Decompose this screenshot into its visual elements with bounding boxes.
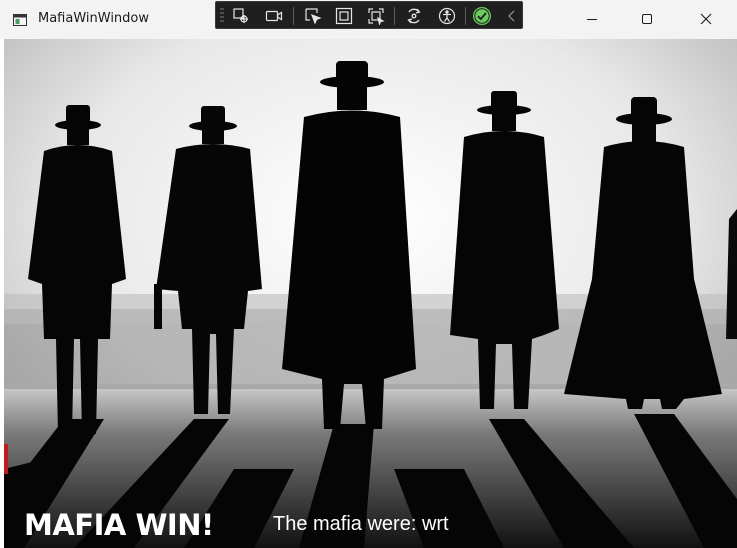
track-focused-element-icon[interactable] (366, 6, 386, 26)
toolbar-separator (394, 7, 395, 25)
minimize-button[interactable] (563, 0, 621, 39)
mafia-silhouettes-image (4, 39, 737, 548)
accessibility-checker-icon[interactable] (437, 6, 457, 26)
maximize-icon (641, 10, 653, 29)
window-title: MafiaWinWindow (38, 11, 150, 26)
select-element-icon[interactable] (303, 6, 323, 26)
mafia-win-heading: MAFIA WIN! (24, 508, 214, 542)
live-visual-tree-icon[interactable] (231, 6, 251, 26)
toolbar-separator (293, 7, 294, 25)
toolbar-grip-icon[interactable] (220, 7, 224, 23)
display-layout-adorners-icon[interactable] (334, 6, 354, 26)
close-icon (700, 10, 712, 29)
binding-check-icon[interactable] (472, 6, 492, 26)
mafia-members-text: The mafia were: wrt (273, 513, 449, 535)
title-bar[interactable]: MafiaWinWindow (0, 0, 737, 39)
minimize-icon (586, 10, 598, 29)
main-content: MAFIA WIN! The mafia were: wrt (4, 39, 737, 548)
video-record-icon[interactable] (264, 6, 284, 26)
collapse-chevron-icon[interactable] (502, 6, 522, 26)
toolbar-separator (465, 7, 466, 25)
close-button[interactable] (677, 0, 735, 39)
hot-reload-icon[interactable] (404, 6, 424, 26)
maximize-button[interactable] (618, 0, 676, 39)
app-window-icon (13, 12, 27, 26)
xaml-debug-toolbar (215, 1, 523, 29)
mafia-win-window: MafiaWinWindow MAFIA WIN! The mafia were… (0, 0, 737, 548)
